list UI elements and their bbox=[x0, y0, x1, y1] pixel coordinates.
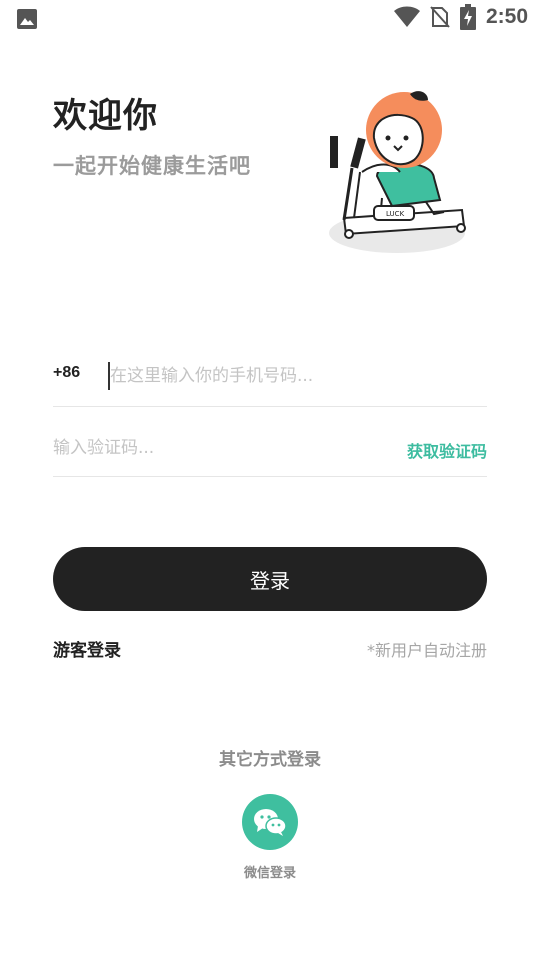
guest-login-link[interactable]: 游客登录 bbox=[53, 636, 121, 661]
other-login-title: 其它方式登录 bbox=[219, 750, 321, 770]
login-button-label: 登录 bbox=[250, 568, 290, 593]
battery-charging-icon bbox=[459, 4, 476, 30]
page-title: 欢迎你 bbox=[53, 96, 158, 136]
get-code-button[interactable]: 获取验证码 bbox=[407, 438, 487, 462]
wechat-icon bbox=[254, 809, 287, 836]
code-row: 获取验证码 bbox=[53, 428, 487, 477]
login-button[interactable]: 登录 bbox=[53, 547, 487, 611]
status-right: 2:50 bbox=[393, 4, 528, 30]
verification-code-input[interactable] bbox=[53, 434, 353, 462]
status-left bbox=[16, 8, 38, 34]
image-icon bbox=[17, 9, 37, 29]
wifi-icon bbox=[393, 6, 420, 27]
wechat-login-button[interactable] bbox=[242, 794, 298, 850]
status-time: 2:50 bbox=[485, 5, 528, 28]
shoe-luck-text: LUCK bbox=[386, 210, 405, 218]
phone-input[interactable] bbox=[108, 362, 480, 390]
page-subtitle: 一起开始健康生活吧 bbox=[53, 154, 251, 178]
no-sim-icon bbox=[430, 6, 450, 28]
status-bar: 2:50 bbox=[0, 0, 540, 36]
auto-register-note: *新用户自动注册 bbox=[366, 641, 487, 660]
phone-row: +86 bbox=[53, 354, 487, 407]
wechat-login-label: 微信登录 bbox=[243, 866, 296, 881]
country-code[interactable]: +86 bbox=[53, 364, 80, 382]
mascot-treadmill-illustration: LUCK bbox=[329, 91, 466, 253]
